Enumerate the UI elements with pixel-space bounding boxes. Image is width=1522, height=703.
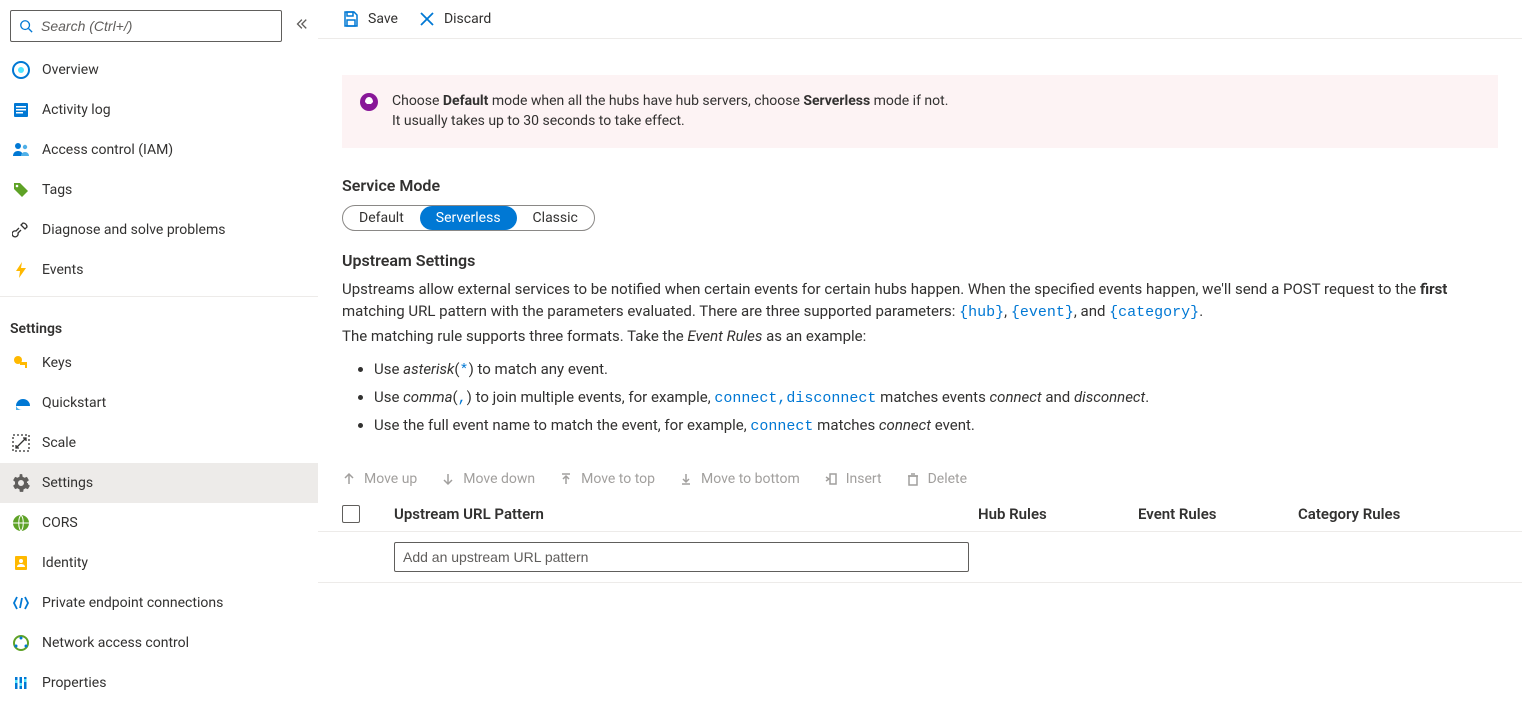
tags-icon xyxy=(12,181,30,199)
pill-default[interactable]: Default xyxy=(343,206,420,230)
bullet-2: Use comma(,) to join multiple events, fo… xyxy=(374,385,1498,411)
nav-events[interactable]: Events xyxy=(0,250,318,290)
insert-icon xyxy=(824,472,838,486)
discard-icon xyxy=(418,10,436,28)
nav-section-settings: Settings xyxy=(0,303,318,343)
delete-icon xyxy=(906,472,920,486)
nav-network-access-control[interactable]: Network access control xyxy=(0,623,318,663)
nav-label: Diagnose and solve problems xyxy=(42,222,225,238)
nav-activity-log[interactable]: Activity log xyxy=(0,90,318,130)
overview-icon xyxy=(12,61,30,79)
save-label: Save xyxy=(368,11,398,27)
col-event-rules: Event Rules xyxy=(1138,505,1298,523)
keys-icon xyxy=(12,354,30,372)
nav-scale[interactable]: Scale xyxy=(0,423,318,463)
url-pattern-input[interactable] xyxy=(394,542,969,572)
cors-icon xyxy=(12,514,30,532)
arrow-up-icon xyxy=(342,472,356,486)
col-category-rules: Category Rules xyxy=(1298,505,1498,523)
nav-label: Activity log xyxy=(42,102,111,118)
nav-label: Overview xyxy=(42,62,99,78)
nav-label: Network access control xyxy=(42,635,189,651)
save-icon xyxy=(342,10,360,28)
upstream-bullets: Use asterisk(*) to match any event. Use … xyxy=(318,347,1522,461)
nav-label: Tags xyxy=(42,182,72,198)
content: Choose Default mode when all the hubs ha… xyxy=(318,39,1522,607)
quickstart-icon xyxy=(12,394,30,412)
diagnose-icon xyxy=(12,221,30,239)
main: Save Discard Choose Default mode when al… xyxy=(318,0,1522,696)
service-mode-pills: Default Serverless Classic xyxy=(342,205,595,231)
iam-icon xyxy=(12,141,30,159)
nav-label: Access control (IAM) xyxy=(42,142,173,158)
upstream-desc: Upstreams allow external services to be … xyxy=(318,278,1522,348)
nav-label: Settings xyxy=(42,475,93,491)
movedown-button[interactable]: Move down xyxy=(441,471,535,487)
arrow-top-icon xyxy=(559,472,573,486)
events-icon xyxy=(12,261,30,279)
bullet-1: Use asterisk(*) to match any event. xyxy=(374,357,1498,383)
nav-tags[interactable]: Tags xyxy=(0,170,318,210)
nav-main: Overview Activity log Access control (IA… xyxy=(0,50,318,290)
info-text: Choose Default mode when all the hubs ha… xyxy=(392,91,948,132)
service-mode-title: Service Mode xyxy=(318,176,1522,195)
table-toolbar: Move up Move down Move to top Move to bo… xyxy=(318,461,1522,497)
activity-log-icon xyxy=(12,101,30,119)
identity-icon xyxy=(12,554,30,572)
movetop-button[interactable]: Move to top xyxy=(559,471,655,487)
gear-icon xyxy=(12,474,30,492)
search-box[interactable] xyxy=(10,10,282,42)
pill-serverless[interactable]: Serverless xyxy=(420,206,517,230)
pec-icon xyxy=(12,594,30,612)
nav-label: Events xyxy=(42,262,83,278)
nac-icon xyxy=(12,634,30,652)
nav-label: Identity xyxy=(42,555,88,571)
insert-button[interactable]: Insert xyxy=(824,471,882,487)
col-hub-rules: Hub Rules xyxy=(978,505,1138,523)
info-banner: Choose Default mode when all the hubs ha… xyxy=(342,75,1498,148)
arrow-bottom-icon xyxy=(679,472,693,486)
nav-access-control[interactable]: Access control (IAM) xyxy=(0,130,318,170)
nav-label: CORS xyxy=(42,515,78,531)
delete-button[interactable]: Delete xyxy=(906,471,967,487)
collapse-sidebar-icon[interactable] xyxy=(294,17,308,35)
discard-button[interactable]: Discard xyxy=(418,10,491,28)
nav-label: Keys xyxy=(42,355,72,371)
upstream-title: Upstream Settings xyxy=(318,251,1522,270)
discard-label: Discard xyxy=(444,11,491,27)
nav-settings: Keys Quickstart Scale Settings CORS Iden… xyxy=(0,343,318,703)
nav-private-endpoint[interactable]: Private endpoint connections xyxy=(0,583,318,623)
nav-properties[interactable]: Properties xyxy=(0,663,318,703)
nav-diagnose[interactable]: Diagnose and solve problems xyxy=(0,210,318,250)
search-row xyxy=(0,10,318,50)
rocket-icon xyxy=(360,93,378,111)
nav-identity[interactable]: Identity xyxy=(0,543,318,583)
nav-settings-item[interactable]: Settings xyxy=(0,463,318,503)
toolbar: Save Discard xyxy=(318,0,1522,39)
table-header: Upstream URL Pattern Hub Rules Event Rul… xyxy=(318,497,1522,532)
nav-label: Private endpoint connections xyxy=(42,595,223,611)
moveup-button[interactable]: Move up xyxy=(342,471,417,487)
search-input[interactable] xyxy=(41,18,273,34)
nav-label: Scale xyxy=(42,435,76,451)
scale-icon xyxy=(12,434,30,452)
table-row xyxy=(318,532,1522,583)
select-all-checkbox[interactable] xyxy=(342,505,360,523)
movebottom-button[interactable]: Move to bottom xyxy=(679,471,800,487)
pill-classic[interactable]: Classic xyxy=(517,206,594,230)
nav-divider xyxy=(0,296,318,297)
nav-overview[interactable]: Overview xyxy=(0,50,318,90)
nav-label: Quickstart xyxy=(42,395,106,411)
sidebar: Overview Activity log Access control (IA… xyxy=(0,0,318,696)
nav-cors[interactable]: CORS xyxy=(0,503,318,543)
nav-label: Properties xyxy=(42,675,106,691)
search-icon xyxy=(19,19,33,33)
properties-icon xyxy=(12,674,30,692)
nav-keys[interactable]: Keys xyxy=(0,343,318,383)
arrow-down-icon xyxy=(441,472,455,486)
nav-quickstart[interactable]: Quickstart xyxy=(0,383,318,423)
col-url: Upstream URL Pattern xyxy=(394,505,978,523)
bullet-3: Use the full event name to match the eve… xyxy=(374,413,1498,439)
save-button[interactable]: Save xyxy=(342,10,398,28)
